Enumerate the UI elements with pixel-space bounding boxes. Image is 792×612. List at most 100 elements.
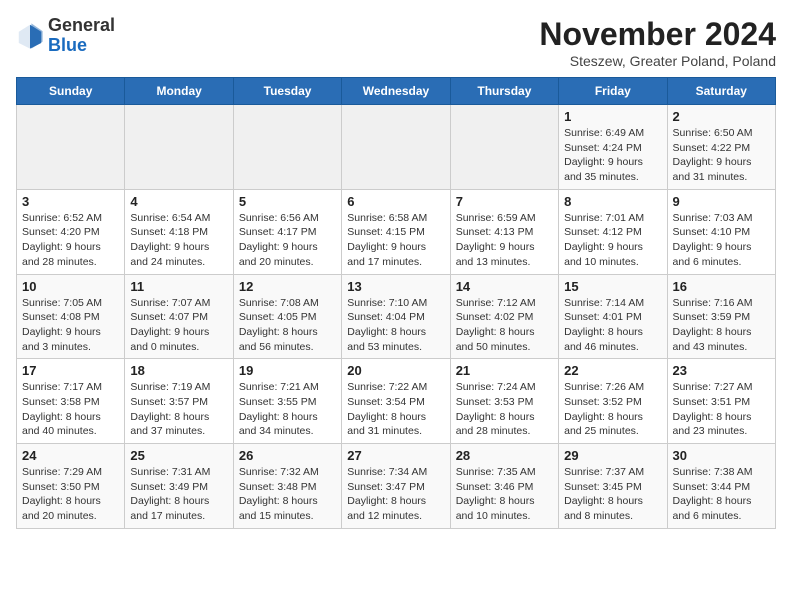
- day-info: Sunrise: 7:22 AM Sunset: 3:54 PM Dayligh…: [347, 380, 444, 439]
- header-cell-monday: Monday: [125, 78, 233, 105]
- day-number: 29: [564, 448, 661, 463]
- day-number: 22: [564, 363, 661, 378]
- day-cell: [450, 105, 558, 190]
- day-cell: 23Sunrise: 7:27 AM Sunset: 3:51 PM Dayli…: [667, 359, 775, 444]
- day-cell: 25 Sunrise: 7:31 AM Sunset: 3:49 PM Dayli…: [125, 444, 233, 529]
- day-cell: 10 Sunrise: 7:05 AM Sunset: 4:08 PM Dayli…: [17, 274, 125, 359]
- day-info: Sunrise: 7:10 AM Sunset: 4:04 PM Dayligh…: [347, 296, 444, 355]
- day-cell: 20 Sunrise: 7:22 AM Sunset: 3:54 PM Dayli…: [342, 359, 450, 444]
- day-info: Sunrise: 7:16 AM Sunset: 3:59 PM Dayligh…: [673, 296, 770, 355]
- day-number: 6: [347, 194, 444, 209]
- day-info: Sunrise: 6:56 AM Sunset: 4:17 PM Dayligh…: [239, 211, 336, 270]
- day-info: Sunrise: 7:32 AM Sunset: 3:48 PM Dayligh…: [239, 465, 336, 524]
- day-number: 21: [456, 363, 553, 378]
- day-cell: 28Sunrise: 7:35 AM Sunset: 3:46 PM Dayli…: [450, 444, 558, 529]
- week-row-3: 17 Sunrise: 7:17 AM Sunset: 3:58 PM Dayli…: [17, 359, 776, 444]
- week-row-0: 1 Sunrise: 6:49 AM Sunset: 4:24 PM Daylig…: [17, 105, 776, 190]
- day-info: Sunrise: 6:49 AM Sunset: 4:24 PM Dayligh…: [564, 126, 661, 185]
- day-cell: 17 Sunrise: 7:17 AM Sunset: 3:58 PM Dayli…: [17, 359, 125, 444]
- day-info: Sunrise: 7:05 AM Sunset: 4:08 PM Dayligh…: [22, 296, 119, 355]
- day-info: Sunrise: 7:24 AM Sunset: 3:53 PM Dayligh…: [456, 380, 553, 439]
- day-info: Sunrise: 7:07 AM Sunset: 4:07 PM Dayligh…: [130, 296, 227, 355]
- day-number: 20: [347, 363, 444, 378]
- logo-icon: [16, 22, 44, 50]
- day-info: Sunrise: 7:38 AM Sunset: 3:44 PM Dayligh…: [673, 465, 770, 524]
- day-cell: 8 Sunrise: 7:01 AM Sunset: 4:12 PM Daylig…: [559, 189, 667, 274]
- day-number: 5: [239, 194, 336, 209]
- day-info: Sunrise: 7:37 AM Sunset: 3:45 PM Dayligh…: [564, 465, 661, 524]
- day-cell: 21 Sunrise: 7:24 AM Sunset: 3:53 PM Dayli…: [450, 359, 558, 444]
- day-info: Sunrise: 7:21 AM Sunset: 3:55 PM Dayligh…: [239, 380, 336, 439]
- day-info: Sunrise: 7:34 AM Sunset: 3:47 PM Dayligh…: [347, 465, 444, 524]
- day-cell: 19 Sunrise: 7:21 AM Sunset: 3:55 PM Dayli…: [233, 359, 341, 444]
- day-number: 24: [22, 448, 119, 463]
- header-cell-sunday: Sunday: [17, 78, 125, 105]
- day-number: 14: [456, 279, 553, 294]
- header-cell-thursday: Thursday: [450, 78, 558, 105]
- day-cell: 7Sunrise: 6:59 AM Sunset: 4:13 PM Daylig…: [450, 189, 558, 274]
- week-row-1: 3 Sunrise: 6:52 AM Sunset: 4:20 PM Daylig…: [17, 189, 776, 274]
- day-info: Sunrise: 6:50 AM Sunset: 4:22 PM Dayligh…: [673, 126, 770, 185]
- day-info: Sunrise: 7:19 AM Sunset: 3:57 PM Dayligh…: [130, 380, 227, 439]
- day-cell: 22 Sunrise: 7:26 AM Sunset: 3:52 PM Dayli…: [559, 359, 667, 444]
- week-row-4: 24 Sunrise: 7:29 AM Sunset: 3:50 PM Dayli…: [17, 444, 776, 529]
- week-row-2: 10 Sunrise: 7:05 AM Sunset: 4:08 PM Dayli…: [17, 274, 776, 359]
- day-cell: 1 Sunrise: 6:49 AM Sunset: 4:24 PM Daylig…: [559, 105, 667, 190]
- day-info: Sunrise: 7:17 AM Sunset: 3:58 PM Dayligh…: [22, 380, 119, 439]
- day-number: 23: [673, 363, 770, 378]
- day-number: 30: [673, 448, 770, 463]
- day-number: 4: [130, 194, 227, 209]
- day-info: Sunrise: 6:54 AM Sunset: 4:18 PM Dayligh…: [130, 211, 227, 270]
- day-info: Sunrise: 6:58 AM Sunset: 4:15 PM Dayligh…: [347, 211, 444, 270]
- logo: General Blue: [16, 16, 115, 56]
- day-number: 7: [456, 194, 553, 209]
- day-number: 16: [673, 279, 770, 294]
- header-cell-friday: Friday: [559, 78, 667, 105]
- page-header: General Blue November 2024 Steszew, Grea…: [16, 16, 776, 69]
- day-number: 3: [22, 194, 119, 209]
- day-info: Sunrise: 7:31 AM Sunset: 3:49 PM Dayligh…: [130, 465, 227, 524]
- day-cell: 12Sunrise: 7:08 AM Sunset: 4:05 PM Dayli…: [233, 274, 341, 359]
- day-number: 26: [239, 448, 336, 463]
- day-cell: 2 Sunrise: 6:50 AM Sunset: 4:22 PM Daylig…: [667, 105, 775, 190]
- day-number: 17: [22, 363, 119, 378]
- day-number: 2: [673, 109, 770, 124]
- day-number: 25: [130, 448, 227, 463]
- day-info: Sunrise: 7:03 AM Sunset: 4:10 PM Dayligh…: [673, 211, 770, 270]
- day-cell: 15Sunrise: 7:14 AM Sunset: 4:01 PM Dayli…: [559, 274, 667, 359]
- day-cell: [342, 105, 450, 190]
- subtitle: Steszew, Greater Poland, Poland: [539, 53, 776, 69]
- header-cell-wednesday: Wednesday: [342, 78, 450, 105]
- day-cell: 16 Sunrise: 7:16 AM Sunset: 3:59 PM Dayli…: [667, 274, 775, 359]
- day-cell: 5 Sunrise: 6:56 AM Sunset: 4:17 PM Daylig…: [233, 189, 341, 274]
- day-number: 8: [564, 194, 661, 209]
- day-number: 1: [564, 109, 661, 124]
- day-number: 19: [239, 363, 336, 378]
- day-cell: 6 Sunrise: 6:58 AM Sunset: 4:15 PM Daylig…: [342, 189, 450, 274]
- day-cell: [233, 105, 341, 190]
- day-number: 12: [239, 279, 336, 294]
- day-cell: 30 Sunrise: 7:38 AM Sunset: 3:44 PM Dayli…: [667, 444, 775, 529]
- day-number: 28: [456, 448, 553, 463]
- day-cell: [125, 105, 233, 190]
- day-info: Sunrise: 7:01 AM Sunset: 4:12 PM Dayligh…: [564, 211, 661, 270]
- day-cell: [17, 105, 125, 190]
- day-number: 11: [130, 279, 227, 294]
- day-info: Sunrise: 7:29 AM Sunset: 3:50 PM Dayligh…: [22, 465, 119, 524]
- day-cell: 4 Sunrise: 6:54 AM Sunset: 4:18 PM Daylig…: [125, 189, 233, 274]
- day-number: 9: [673, 194, 770, 209]
- day-cell: 3 Sunrise: 6:52 AM Sunset: 4:20 PM Daylig…: [17, 189, 125, 274]
- day-number: 13: [347, 279, 444, 294]
- day-cell: 27Sunrise: 7:34 AM Sunset: 3:47 PM Dayli…: [342, 444, 450, 529]
- day-info: Sunrise: 6:52 AM Sunset: 4:20 PM Dayligh…: [22, 211, 119, 270]
- header-cell-tuesday: Tuesday: [233, 78, 341, 105]
- day-cell: 24 Sunrise: 7:29 AM Sunset: 3:50 PM Dayli…: [17, 444, 125, 529]
- day-cell: 14Sunrise: 7:12 AM Sunset: 4:02 PM Dayli…: [450, 274, 558, 359]
- calendar-header: SundayMondayTuesdayWednesdayThursdayFrid…: [17, 78, 776, 105]
- month-title: November 2024: [539, 16, 776, 53]
- calendar-table: SundayMondayTuesdayWednesdayThursdayFrid…: [16, 77, 776, 529]
- day-number: 18: [130, 363, 227, 378]
- day-info: Sunrise: 7:26 AM Sunset: 3:52 PM Dayligh…: [564, 380, 661, 439]
- header-cell-saturday: Saturday: [667, 78, 775, 105]
- day-number: 10: [22, 279, 119, 294]
